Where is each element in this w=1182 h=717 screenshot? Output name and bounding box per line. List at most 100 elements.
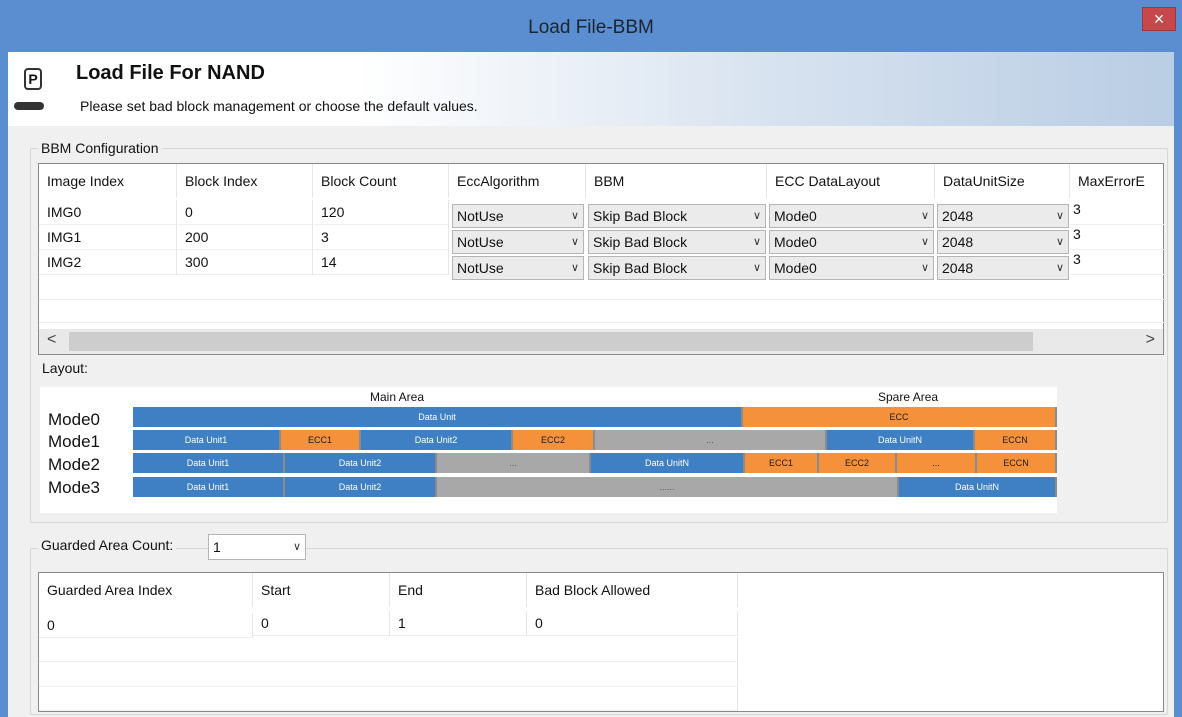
- header-subtitle: Please set bad block management or choos…: [80, 98, 478, 114]
- col-header-start[interactable]: Start: [253, 573, 390, 607]
- spare-area-label: Spare Area: [878, 390, 939, 404]
- bbm-table: Image Index Block Index Block Count EccA…: [38, 163, 1165, 355]
- empty-row: [39, 662, 738, 687]
- table-cell[interactable]: 0: [253, 611, 390, 636]
- table-cell[interactable]: IMG2: [39, 250, 177, 275]
- ecc-datalayout-select[interactable]: Mode0 ∨: [769, 204, 934, 228]
- window-title: Load File-BBM: [528, 17, 654, 38]
- col-header-bad-block-allowed[interactable]: Bad Block Allowed: [527, 573, 738, 607]
- col-header-dataunitsize[interactable]: DataUnitSize: [935, 164, 1070, 198]
- chevron-down-icon: ∨: [1055, 210, 1064, 222]
- col-header-end[interactable]: End: [390, 573, 527, 607]
- scroll-right-icon[interactable]: >: [1146, 331, 1155, 349]
- horizontal-scrollbar[interactable]: < >: [39, 329, 1163, 354]
- mode0-data-unit: Data Unit: [133, 407, 743, 427]
- layout-diagram: Main Area Spare Area Mode0 Mode1 Mode2 M…: [40, 387, 1057, 513]
- mode3-data-unit1: Data Unit1: [133, 477, 285, 497]
- mode2-eccn: ECCN: [977, 453, 1057, 473]
- bbm-configuration-legend: BBM Configuration: [38, 140, 162, 156]
- col-header-maxerror[interactable]: MaxErrorE: [1070, 164, 1165, 198]
- table-cell[interactable]: 14: [313, 250, 449, 275]
- chevron-down-icon: ∨: [570, 236, 579, 248]
- table-cell[interactable]: 0: [39, 613, 253, 638]
- mode2-label: Mode2: [48, 455, 100, 474]
- close-icon: ×: [1153, 9, 1165, 29]
- chevron-down-icon: ∨: [752, 262, 761, 274]
- col-header-ecc-algorithm[interactable]: EccAlgorithm: [449, 164, 586, 198]
- empty-row: [39, 637, 738, 662]
- mode2-ecc1: ECC1: [745, 453, 819, 473]
- chevron-down-icon: ∨: [752, 236, 761, 248]
- table-cell[interactable]: 0: [527, 611, 738, 636]
- mode1-data-unit1: Data Unit1: [133, 430, 281, 450]
- mode1-ecc1: ECC1: [281, 430, 361, 450]
- layout-label: Layout:: [42, 360, 88, 376]
- mode1-ecc2: ECC2: [513, 430, 595, 450]
- empty-row: [39, 277, 1165, 300]
- scroll-thumb[interactable]: [69, 332, 1033, 351]
- ecc-algorithm-select[interactable]: NotUse ∨: [452, 204, 584, 228]
- mode3-data-unitn: Data UnitN: [899, 477, 1057, 497]
- table-cell[interactable]: 0: [177, 200, 313, 225]
- table-cell[interactable]: 3: [1070, 250, 1165, 275]
- col-header-block-count[interactable]: Block Count: [313, 164, 449, 198]
- mode1-eccn: ECCN: [975, 430, 1057, 450]
- chevron-down-icon: ∨: [752, 210, 761, 222]
- mode3-data-unit2: Data Unit2: [285, 477, 437, 497]
- load-file-bbm-window: Load File-BBM × P Load File For NAND Ple…: [0, 0, 1182, 717]
- chevron-down-icon: ∨: [920, 236, 929, 248]
- ecc-algorithm-select[interactable]: NotUse ∨: [452, 230, 584, 254]
- mode3-label: Mode3: [48, 478, 100, 497]
- main-area-label: Main Area: [370, 390, 425, 404]
- header-banner: P Load File For NAND Please set bad bloc…: [8, 52, 1174, 126]
- scroll-left-icon[interactable]: <: [47, 331, 56, 349]
- empty-row: [39, 687, 738, 711]
- mode2-data-unit1: Data Unit1: [133, 453, 285, 473]
- mode2-data-unit2: Data Unit2: [285, 453, 437, 473]
- mode0-label: Mode0: [48, 410, 100, 429]
- chevron-down-icon: ∨: [1055, 262, 1064, 274]
- dataunitsize-select[interactable]: 2048 ∨: [937, 204, 1069, 228]
- mode2-ecc2: ECC2: [819, 453, 897, 473]
- mode1-data-unit2: Data Unit2: [361, 430, 513, 450]
- col-header-ecc-datalayout[interactable]: ECC DataLayout: [767, 164, 935, 198]
- col-header-filler: [738, 573, 1165, 607]
- ecc-datalayout-select[interactable]: Mode0 ∨: [769, 230, 934, 254]
- dataunitsize-select[interactable]: 2048 ∨: [937, 230, 1069, 254]
- chevron-down-icon: ∨: [292, 541, 301, 553]
- mode2-data-unitn: Data UnitN: [591, 453, 745, 473]
- table-cell[interactable]: IMG0: [39, 200, 177, 225]
- mode3-gap: ......: [437, 477, 899, 497]
- guarded-area-table: Guarded Area Index Start End Bad Block A…: [38, 572, 1164, 712]
- mode1-gap: ...: [595, 430, 827, 450]
- mode0-ecc: ECC: [743, 407, 1057, 427]
- col-header-block-index[interactable]: Block Index: [177, 164, 313, 198]
- chevron-down-icon: ∨: [570, 210, 579, 222]
- mode1-data-unitn: Data UnitN: [827, 430, 975, 450]
- table-cell[interactable]: 3: [1070, 225, 1165, 250]
- mode2-gap-ecc: ...: [897, 453, 977, 473]
- empty-row: [39, 300, 1165, 323]
- chevron-down-icon: ∨: [1055, 236, 1064, 248]
- table-cell[interactable]: 3: [1070, 200, 1165, 225]
- chevron-down-icon: ∨: [920, 262, 929, 274]
- header-title: Load File For NAND: [76, 62, 265, 84]
- close-button[interactable]: ×: [1142, 7, 1176, 31]
- chevron-down-icon: ∨: [570, 262, 579, 274]
- table-cell[interactable]: 3: [313, 225, 449, 250]
- table-cell[interactable]: 300: [177, 250, 313, 275]
- bbm-select[interactable]: Skip Bad Block ∨: [588, 230, 766, 254]
- guarded-area-count-select[interactable]: 1 ∨: [208, 534, 306, 560]
- chevron-down-icon: ∨: [920, 210, 929, 222]
- col-header-bbm[interactable]: BBM: [586, 164, 767, 198]
- bbm-select[interactable]: Skip Bad Block ∨: [588, 204, 766, 228]
- col-header-image-index[interactable]: Image Index: [39, 164, 177, 198]
- mode1-label: Mode1: [48, 432, 100, 451]
- mode2-gap: ...: [437, 453, 591, 473]
- table-cell[interactable]: 200: [177, 225, 313, 250]
- guarded-area-count-label: Guarded Area Count:: [38, 537, 177, 553]
- table-cell[interactable]: 120: [313, 200, 449, 225]
- end-input[interactable]: 1: [390, 611, 527, 636]
- col-header-guarded-area-index[interactable]: Guarded Area Index: [39, 573, 253, 607]
- table-cell[interactable]: IMG1: [39, 225, 177, 250]
